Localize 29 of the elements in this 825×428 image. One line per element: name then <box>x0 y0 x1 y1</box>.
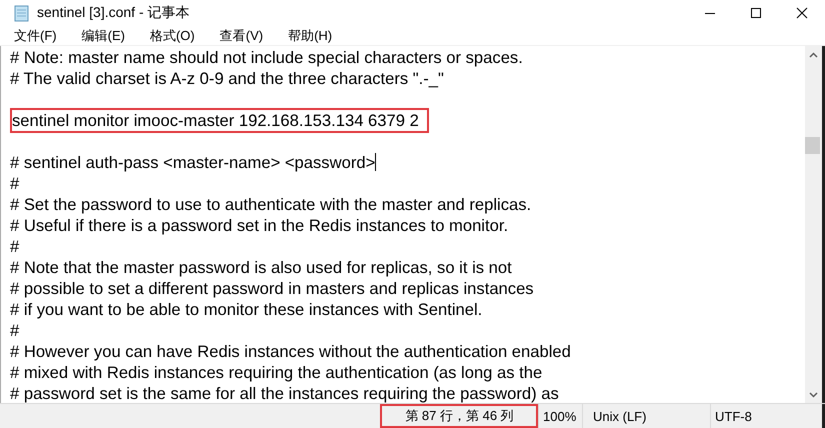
code-line: # Useful if there is a password set in the Redis instances to monitor. <box>10 216 508 235</box>
menu-item[interactable]: 编辑(E) <box>76 26 132 44</box>
code-line: # <box>10 237 20 256</box>
code-line: # Set the password to use to authenticate with the master and replicas. <box>10 195 532 214</box>
menu-item[interactable]: 文件(F) <box>8 26 64 44</box>
zoom-level: 100% <box>538 404 582 428</box>
menu-item[interactable]: 帮助(H) <box>282 26 340 44</box>
notepad-icon <box>14 4 30 22</box>
line-ending: Unix (LF) <box>582 404 710 428</box>
close-icon[interactable] <box>796 7 808 19</box>
maximize-icon[interactable] <box>750 7 762 19</box>
code-line: # <box>10 174 20 193</box>
code-line: # password set is the same for all the instances requiring the password) as <box>10 384 559 403</box>
highlighted-code-line: sentinel monitor imooc-master 192.168.153.134 6379 2 <box>12 110 427 131</box>
code-line: # Note: master name should not include special characters or spaces. <box>10 48 523 67</box>
code-line: # <box>10 321 20 340</box>
code-line: # The valid charset is A-z 0-9 and the three characters ".-_" <box>10 69 444 88</box>
menu-item[interactable]: 查看(V) <box>214 26 270 44</box>
code-line: # mixed with Redis instances requiring the authentication (as long as the <box>10 363 542 382</box>
window-title: sentinel [3].conf - 记事本 <box>37 4 191 22</box>
scrollbar-thumb[interactable] <box>805 137 820 154</box>
code-line: # However you can have Redis instances without the authentication enabled <box>10 342 571 361</box>
code-line: # Note that the master password is also used for replicas, so it is not <box>10 258 512 277</box>
code-line: # if you want to be able to monitor these instances with Sentinel. <box>10 300 482 319</box>
cursor-position: 第 87 行，第 46 列 <box>380 404 538 428</box>
menu-item[interactable]: 格式(O) <box>144 26 202 44</box>
scrollbar[interactable] <box>805 46 822 403</box>
code-line: # possible to set a different password in masters and replicas instances <box>10 279 534 298</box>
code-line: # sentinel auth-pass <master-name> <password> <box>10 153 376 172</box>
